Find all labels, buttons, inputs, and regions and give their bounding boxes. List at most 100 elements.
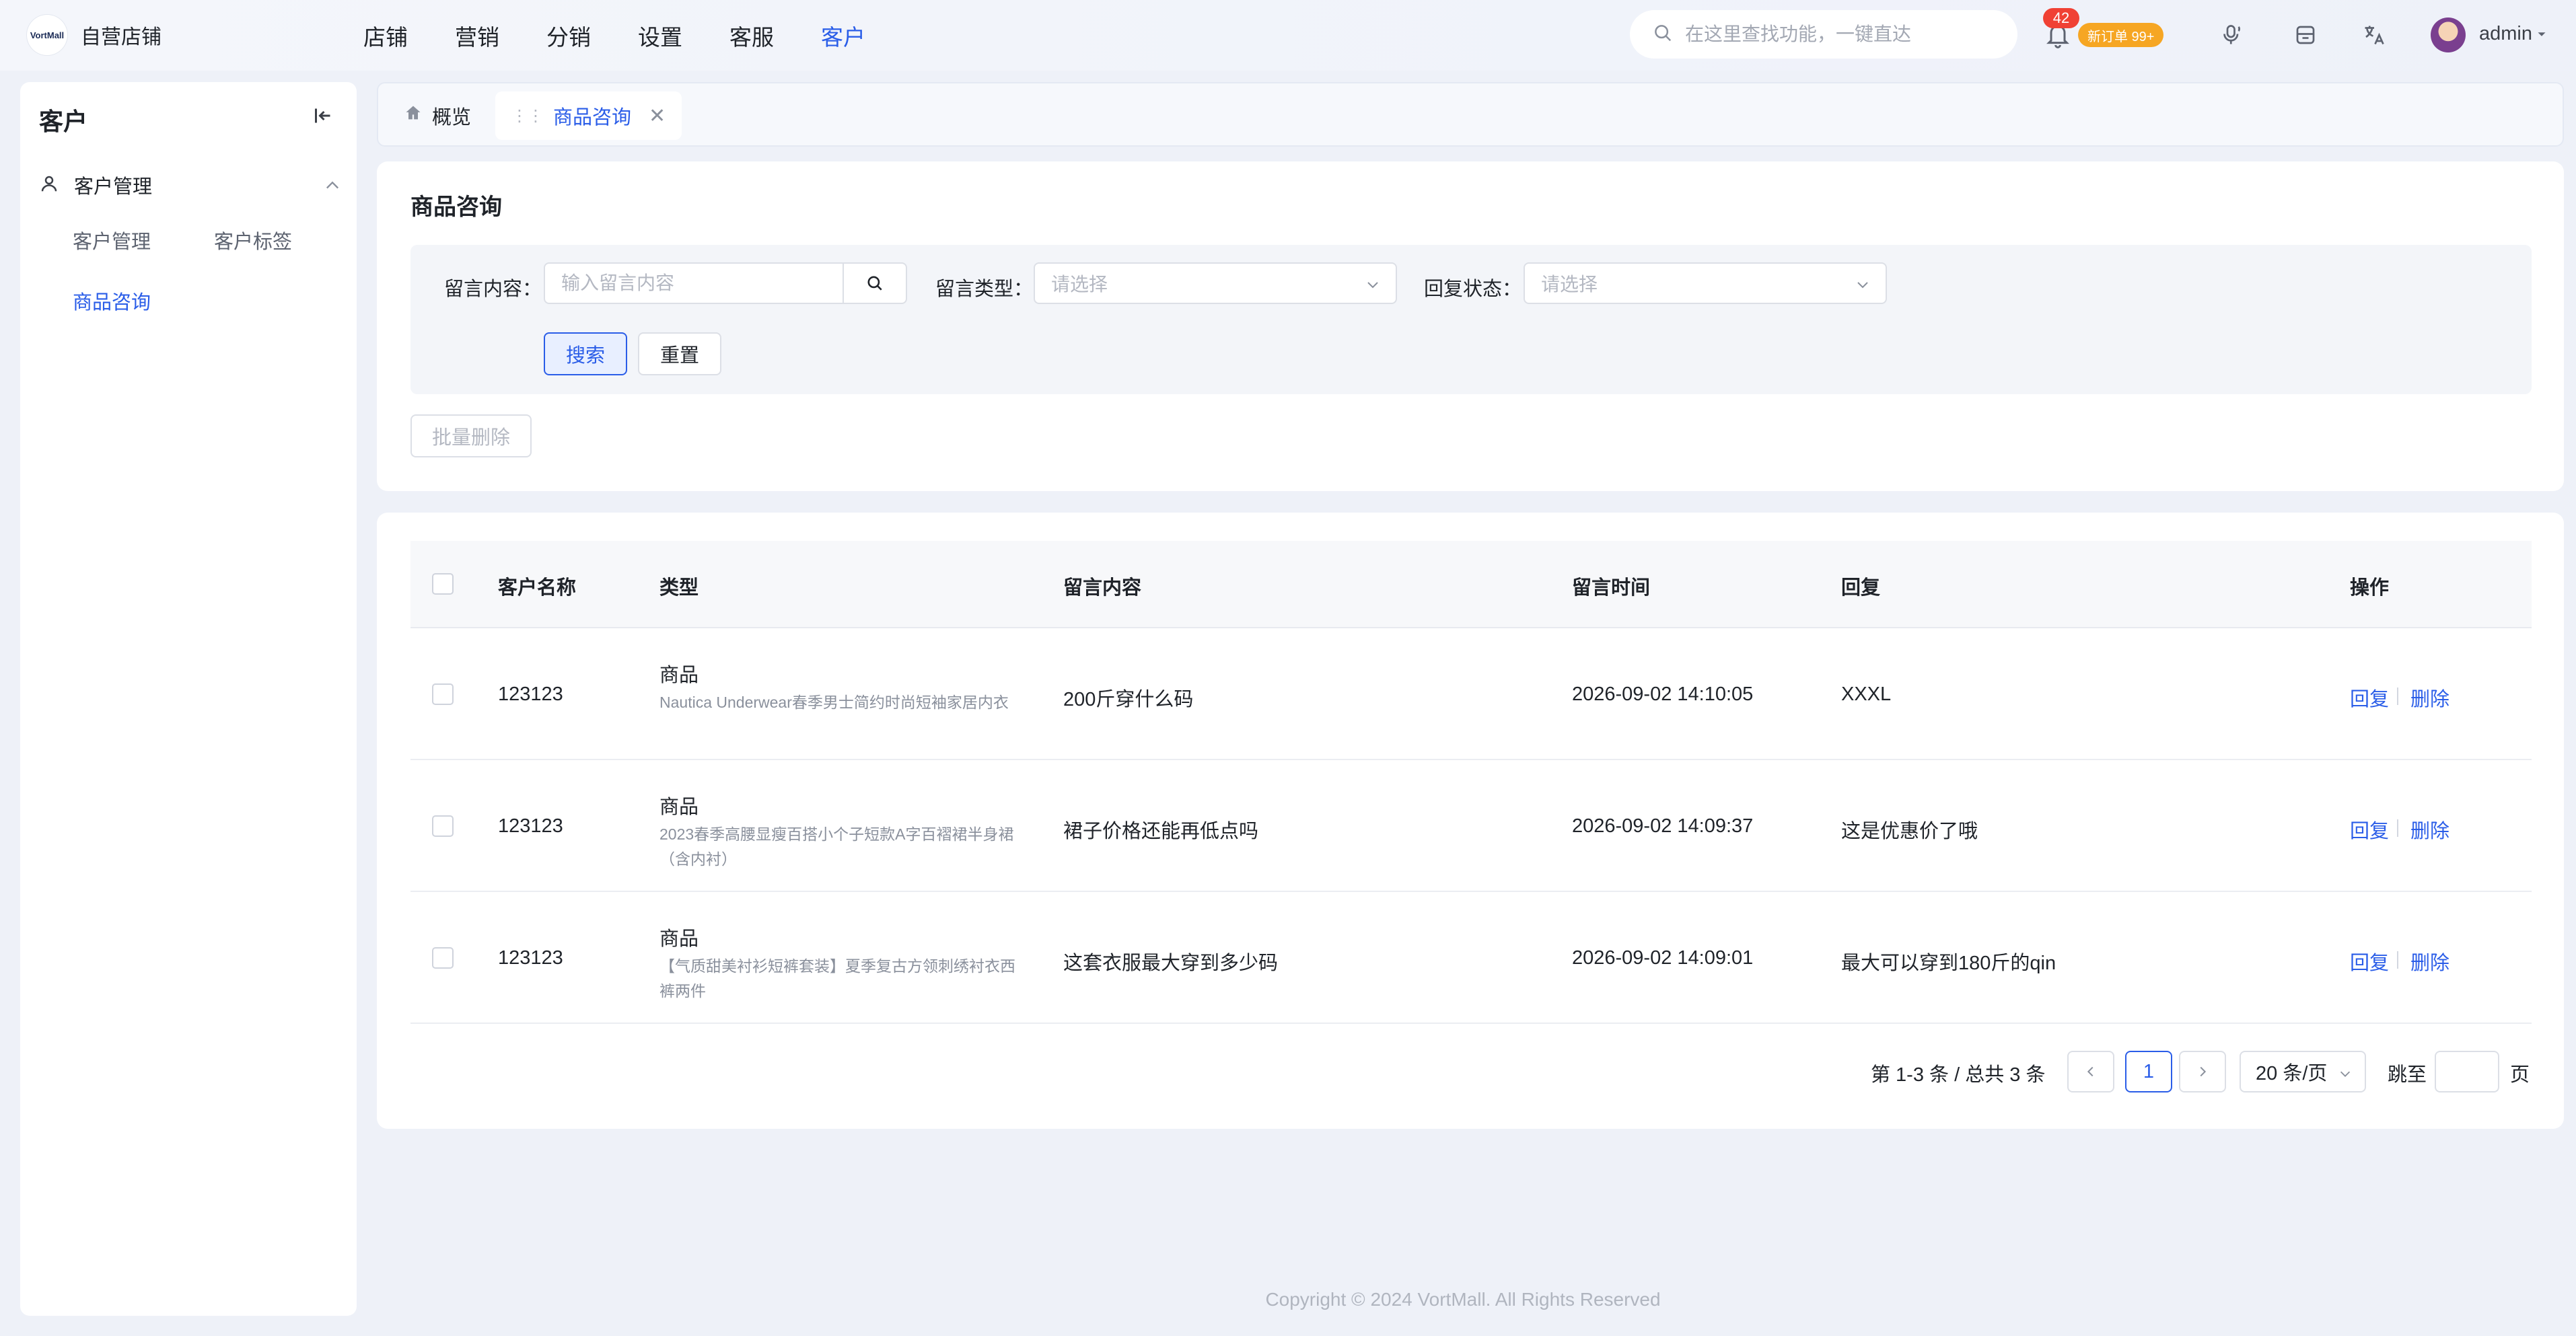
chevron-down-icon <box>1365 276 1381 297</box>
brand-logo: VortMall <box>27 15 67 55</box>
batch-delete-button[interactable]: 批量删除 <box>410 414 532 457</box>
sidebar-item-customer-tags[interactable]: 客户标签 <box>214 226 292 254</box>
global-search-input[interactable] <box>1685 24 1995 45</box>
content-search-button[interactable] <box>843 262 907 304</box>
delete-link[interactable]: 删除 <box>2410 683 2449 712</box>
tab-label: 概览 <box>432 107 472 128</box>
table-row[interactable]: 123123 商品 Nautica Underwear春季男士简约时尚短袖家居内… <box>410 628 2532 760</box>
copyright-text: Copyright © 2024 VortMall. All Rights Re… <box>1265 1289 1661 1310</box>
filter-panel: 留言内容： 留言类型： 请选择 回复状态： 请选择 搜索 重置 <box>410 245 2532 394</box>
tab-label: 商品咨询 <box>553 107 632 128</box>
search-icon <box>1653 23 1673 46</box>
sidebar: 客户 客户管理 客户管理 客户标签 商品咨询 <box>20 82 357 1316</box>
message-time: 2026-09-02 14:10:05 <box>1572 683 1754 705</box>
sidebar-item-customer-management[interactable]: 客户管理 <box>73 226 151 254</box>
sidebar-item-product-inquiry[interactable]: 商品咨询 <box>73 287 151 315</box>
message-content: 这套衣服最大穿到多少码 <box>1063 953 1279 974</box>
customer-name: 123123 <box>498 947 563 969</box>
reply-link[interactable]: 回复 <box>2350 947 2389 975</box>
row-checkbox[interactable] <box>432 815 454 837</box>
nav-item-distribution[interactable]: 分销 <box>546 20 591 52</box>
chevron-right-icon <box>2200 1066 2207 1077</box>
row-checkbox[interactable] <box>432 947 454 969</box>
translate-icon[interactable] <box>2361 22 2388 48</box>
table-row[interactable]: 123123 商品 2023春季高腰显瘦百搭小个子短款A字百褶裙半身裙（含内衬）… <box>410 760 2532 892</box>
column-header-customer: 客户名称 <box>498 577 577 599</box>
sidebar-title: 客户 <box>39 108 88 135</box>
nav-item-marketing[interactable]: 营销 <box>455 20 499 52</box>
column-header-reply: 回复 <box>1841 577 1881 599</box>
status-filter-select[interactable]: 请选择 <box>1524 262 1887 304</box>
message-time: 2026-09-02 14:09:37 <box>1572 815 1754 837</box>
notification-count-badge: 42 <box>2043 8 2079 28</box>
tabs-bar: 概览 ⋮⋮ 商品咨询 ✕ <box>377 82 2564 147</box>
message-time: 2026-09-02 14:09:01 <box>1572 947 1754 969</box>
inquiry-type: 商品 <box>659 928 699 950</box>
jump-label: 跳至 <box>2388 1064 2427 1086</box>
user-name[interactable]: admin <box>2479 23 2532 45</box>
search-button[interactable]: 搜索 <box>544 332 627 375</box>
drag-handle-icon[interactable]: ⋮⋮ <box>511 106 544 126</box>
nav-item-customers[interactable]: 客户 <box>821 20 865 52</box>
page-button-current[interactable]: 1 <box>2125 1051 2172 1092</box>
nav-item-service[interactable]: 客服 <box>729 20 774 52</box>
page-title: 商品咨询 <box>410 194 502 220</box>
status-filter-placeholder: 请选择 <box>1541 274 1598 295</box>
reset-button[interactable]: 重置 <box>638 332 721 375</box>
close-icon[interactable]: ✕ <box>649 104 666 128</box>
tab-product-inquiry[interactable]: ⋮⋮ 商品咨询 ✕ <box>495 91 682 140</box>
reply-text: XXXL <box>1841 683 1892 705</box>
content-filter-field[interactable] <box>544 262 844 304</box>
select-all-checkbox[interactable] <box>432 573 454 595</box>
delete-link[interactable]: 删除 <box>2410 815 2449 844</box>
filter-card: 商品咨询 留言内容： 留言类型： 请选择 回复状态： 请选择 搜索 重置 批量删… <box>377 161 2564 491</box>
chevron-down-icon <box>1855 276 1871 297</box>
nav-item-store[interactable]: 店铺 <box>363 20 408 52</box>
main-nav: 店铺 营销 分销 设置 客服 客户 <box>363 0 913 71</box>
top-bar: VortMall 自营店铺 店铺 营销 分销 设置 客服 客户 42 新订单 9… <box>0 0 2576 71</box>
chevron-down-icon[interactable] <box>2534 27 2549 45</box>
inquiry-type: 商品 <box>659 796 699 818</box>
reply-text: 最大可以穿到180斤的qin <box>1841 953 2056 974</box>
global-search[interactable] <box>1630 10 2017 59</box>
menu-group-customer-management[interactable]: 客户管理 <box>39 168 342 202</box>
action-divider <box>2397 819 2398 837</box>
inquiry-type: 商品 <box>659 665 699 686</box>
jump-page-input[interactable] <box>2435 1051 2499 1092</box>
table-row[interactable]: 123123 商品 【气质甜美衬衫短裤套装】夏季复古方领刺绣衬衣西裤两件 这套衣… <box>410 892 2532 1024</box>
content-filter-input[interactable] <box>561 272 843 294</box>
delete-link[interactable]: 删除 <box>2410 947 2449 975</box>
customer-name: 123123 <box>498 683 563 705</box>
home-icon <box>404 104 423 128</box>
collapse-sidebar-icon[interactable] <box>311 104 338 131</box>
table-card: 客户名称 类型 留言内容 留言时间 回复 操作 123123 商品 Nautic… <box>377 513 2564 1129</box>
status-filter-label: 回复状态： <box>1424 279 1522 300</box>
type-filter-placeholder: 请选择 <box>1051 274 1108 295</box>
customer-name: 123123 <box>498 815 563 837</box>
next-page-button[interactable] <box>2179 1051 2226 1092</box>
chevron-left-icon <box>2087 1066 2094 1077</box>
product-name: Nautica Underwear春季男士简约时尚短袖家居内衣 <box>659 694 1009 711</box>
column-header-type: 类型 <box>659 577 699 599</box>
type-filter-select[interactable]: 请选择 <box>1034 262 1397 304</box>
chevron-down-icon <box>2338 1064 2353 1086</box>
prev-page-button[interactable] <box>2067 1051 2114 1092</box>
pagination-summary: 第 1-3 条 / 总共 3 条 <box>1871 1064 2046 1086</box>
reply-link[interactable]: 回复 <box>2350 683 2389 712</box>
row-checkbox[interactable] <box>432 683 454 705</box>
reply-link[interactable]: 回复 <box>2350 815 2389 844</box>
chevron-up-icon[interactable] <box>323 176 342 198</box>
user-avatar[interactable] <box>2431 17 2466 52</box>
page-size-select[interactable]: 20 条/页 <box>2240 1051 2366 1092</box>
brand[interactable]: VortMall 自营店铺 <box>27 15 162 55</box>
microphone-icon[interactable] <box>2218 22 2245 48</box>
menu-group-label: 客户管理 <box>74 176 153 198</box>
content-filter-label: 留言内容： <box>444 279 542 300</box>
nav-item-settings[interactable]: 设置 <box>638 20 682 52</box>
jump-page-suffix: 页 <box>2510 1064 2530 1086</box>
table-header: 客户名称 类型 留言内容 留言时间 回复 操作 <box>410 541 2532 628</box>
store-icon[interactable] <box>2292 22 2319 48</box>
action-divider <box>2397 951 2398 969</box>
new-order-badge[interactable]: 新订单 99+ <box>2078 23 2164 47</box>
tab-overview[interactable]: 概览 <box>388 91 488 140</box>
